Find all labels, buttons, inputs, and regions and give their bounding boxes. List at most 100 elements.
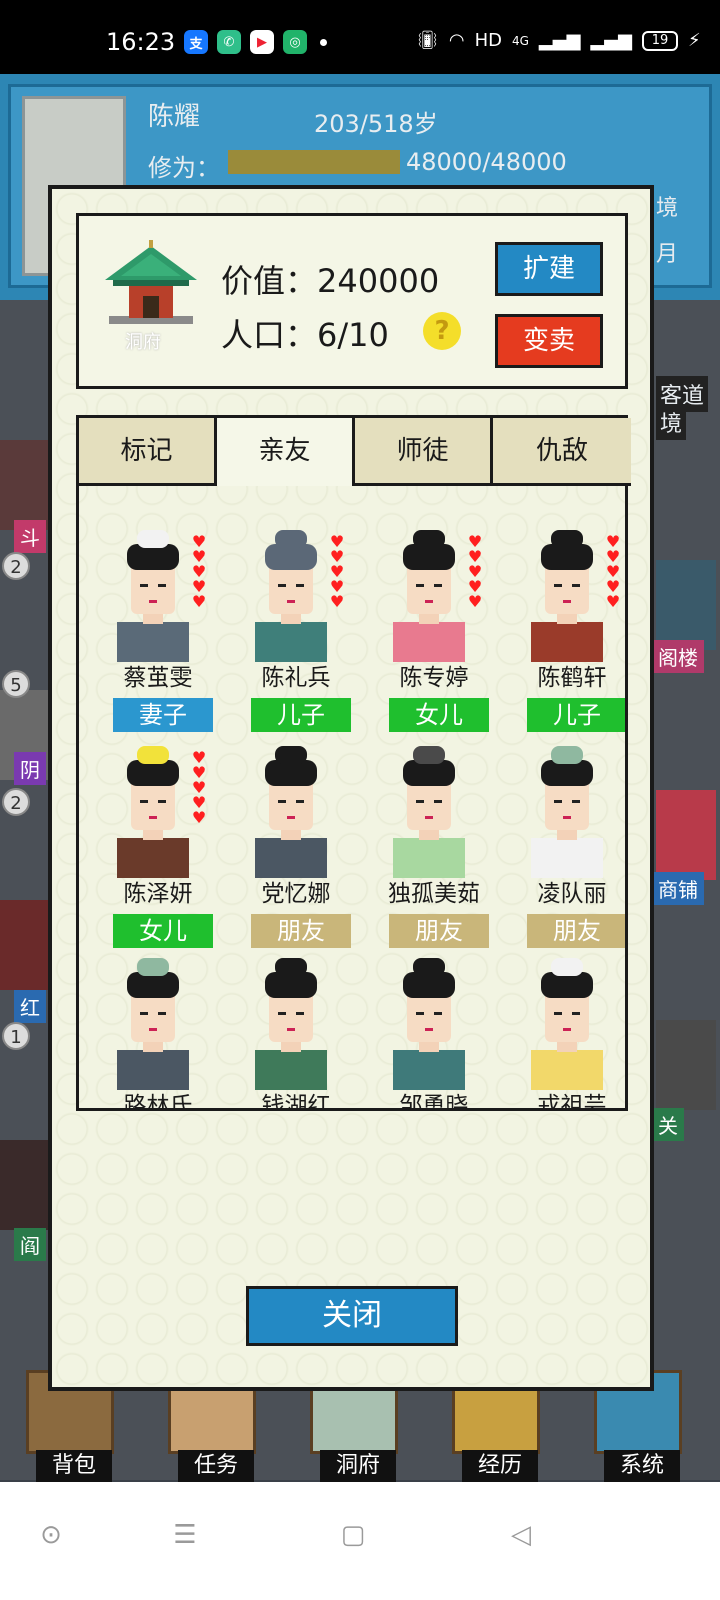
xiuwei-label: 修为： bbox=[148, 154, 220, 182]
map-tag[interactable]: 阁楼 bbox=[652, 640, 704, 673]
android-nav-bar: ⊙ ☰ ▢ ◁ bbox=[0, 1482, 720, 1600]
close-button[interactable]: 关闭 bbox=[246, 1286, 458, 1346]
value-line: 价值：240000 bbox=[221, 256, 439, 302]
relation-badge: 妻子 bbox=[113, 698, 213, 732]
assistant-icon[interactable]: ⊙ bbox=[36, 1520, 66, 1550]
help-icon[interactable]: ? bbox=[423, 312, 461, 350]
character-name: 独孤美茹 bbox=[388, 881, 480, 907]
nav-system[interactable]: 系统 bbox=[604, 1450, 680, 1482]
tab-master-disciple[interactable]: 师徒 bbox=[355, 418, 493, 486]
character-card[interactable]: ♥ ♥ ♥ ♥ ♥ 陈礼兵儿子 bbox=[241, 526, 361, 732]
relation-badge: 儿子 bbox=[251, 698, 351, 732]
portrait-icon bbox=[531, 530, 603, 662]
character-name: 陈泽妍 bbox=[123, 881, 193, 907]
battery-icon: 19 bbox=[641, 30, 678, 51]
character-name: 钱湖红 bbox=[261, 1093, 331, 1108]
relation-badge: 女儿 bbox=[389, 698, 489, 732]
sell-button[interactable]: 变卖 bbox=[495, 314, 603, 368]
character-card[interactable]: 钱湖红 bbox=[241, 954, 361, 1108]
cave-info-box: 洞府 价值：240000 人口：6/10 ? 扩建 变卖 bbox=[76, 213, 628, 389]
portrait-icon bbox=[255, 530, 327, 662]
pavilion-icon bbox=[105, 240, 197, 324]
population-line: 人口：6/10 bbox=[221, 310, 389, 356]
expand-button[interactable]: 扩建 bbox=[495, 242, 603, 296]
player-age: 203/518岁 bbox=[314, 110, 438, 138]
map-tag[interactable]: 关 bbox=[652, 1108, 684, 1141]
portrait-icon bbox=[117, 530, 189, 662]
relations-panel: 标记 亲友 师徒 仇敌 ♥ ♥ ♥ ♥ ♥ 蔡茧雯 妻子 ♥ ♥ ♥ ♥ ♥ 陈礼兵儿子… bbox=[76, 415, 631, 1111]
character-card[interactable]: 党忆娜 朋友 bbox=[241, 742, 361, 948]
portrait-icon bbox=[117, 746, 189, 878]
character-card[interactable]: ♥ ♥ ♥ ♥ ♥ 蔡茧雯 妻子 bbox=[103, 526, 223, 732]
nav-bag[interactable]: 背包 bbox=[36, 1450, 112, 1482]
character-card[interactable]: ♥ ♥ ♥ ♥ ♥ 陈鹤轩 儿子 bbox=[517, 526, 625, 732]
tab-marked[interactable]: 标记 bbox=[79, 418, 217, 486]
nav-task[interactable]: 任务 bbox=[178, 1450, 254, 1482]
tab-enemies[interactable]: 仇敌 bbox=[493, 418, 631, 486]
map-badge: 1 bbox=[2, 1022, 30, 1050]
map-tag[interactable]: 阎 bbox=[14, 1228, 46, 1261]
more-notifications-icon bbox=[320, 38, 327, 46]
character-name: 邹勇晓 bbox=[399, 1093, 469, 1108]
xiuwei-value: 48000/48000 bbox=[406, 148, 567, 176]
character-card[interactable]: 邹勇晓 bbox=[379, 954, 499, 1108]
affection-hearts-icon: ♥ ♥ ♥ ♥ ♥ bbox=[191, 748, 207, 827]
phone-icon: ✆ bbox=[217, 30, 241, 54]
cave-label: 洞府 bbox=[125, 332, 161, 353]
signal2-icon: ▂▄▆ bbox=[590, 30, 632, 51]
character-card[interactable]: 独孤美茹 朋友 bbox=[379, 742, 499, 948]
signal-icon: ▂▄▆ bbox=[538, 30, 581, 51]
map-label: 境 bbox=[656, 404, 687, 440]
portrait-icon bbox=[531, 958, 603, 1090]
affection-hearts-icon: ♥ ♥ ♥ ♥ ♥ bbox=[329, 532, 345, 611]
relation-badge: 朋友 bbox=[527, 914, 625, 948]
map-tag[interactable]: 斗 bbox=[14, 520, 46, 553]
portrait-icon bbox=[255, 746, 327, 878]
character-name: 路林氏 bbox=[123, 1093, 193, 1108]
character-name: 陈礼兵 bbox=[261, 665, 331, 691]
status-time: 16:23 bbox=[106, 28, 176, 56]
affection-hearts-icon: ♥ ♥ ♥ ♥ ♥ bbox=[605, 532, 621, 611]
player-name: 陈耀 bbox=[148, 102, 201, 132]
home-icon[interactable]: ▢ bbox=[338, 1520, 368, 1550]
character-name: 凌队丽 bbox=[537, 881, 607, 907]
character-name: 戎祖芸 bbox=[537, 1093, 607, 1108]
map-badge: 5 bbox=[2, 670, 30, 698]
map-tag[interactable]: 阴 bbox=[14, 752, 46, 785]
map-tag[interactable]: 红 bbox=[14, 990, 46, 1023]
app-icon: ◎ bbox=[283, 30, 307, 54]
portrait-icon bbox=[117, 958, 189, 1090]
character-card[interactable]: 戎祖芸 bbox=[517, 954, 625, 1108]
realm-label: 境 bbox=[656, 196, 679, 221]
character-card[interactable]: 路林氏 bbox=[103, 954, 223, 1108]
character-name: 党忆娜 bbox=[261, 881, 331, 907]
relation-badge: 朋友 bbox=[389, 914, 489, 948]
back-icon[interactable]: ◁ bbox=[506, 1520, 536, 1550]
nav-cave[interactable]: 洞府 bbox=[320, 1450, 396, 1482]
character-name: 陈专婷 bbox=[399, 665, 469, 691]
network-label: HD bbox=[474, 30, 502, 51]
map-badge: 2 bbox=[2, 788, 30, 816]
portrait-icon bbox=[393, 530, 465, 662]
charging-icon: ⚡︎ bbox=[687, 30, 701, 51]
portrait-icon bbox=[255, 958, 327, 1090]
value-label: 价值： bbox=[221, 262, 318, 300]
nav-history[interactable]: 经历 bbox=[462, 1450, 538, 1482]
tab-friends[interactable]: 亲友 bbox=[217, 418, 355, 486]
menu-icon[interactable]: ☰ bbox=[170, 1520, 200, 1550]
alipay-icon: 支 bbox=[184, 30, 208, 54]
character-grid: ♥ ♥ ♥ ♥ ♥ 蔡茧雯 妻子 ♥ ♥ ♥ ♥ ♥ 陈礼兵儿子 ♥ ♥ ♥ ♥ ♥ 陈专婷… bbox=[79, 486, 625, 1108]
character-card[interactable]: ♥ ♥ ♥ ♥ ♥ 陈泽妍女儿 bbox=[103, 742, 223, 948]
relation-badge: 女儿 bbox=[113, 914, 213, 948]
map-tag[interactable]: 商铺 bbox=[652, 872, 704, 905]
population-amount: 6/10 bbox=[317, 316, 389, 354]
map-tile bbox=[656, 790, 716, 880]
portrait-icon bbox=[531, 746, 603, 878]
character-card[interactable]: 凌队丽朋友 bbox=[517, 742, 625, 948]
character-card[interactable]: ♥ ♥ ♥ ♥ ♥ 陈专婷女儿 bbox=[379, 526, 499, 732]
relation-badge: 儿子 bbox=[527, 698, 625, 732]
value-amount: 240000 bbox=[317, 262, 440, 300]
portrait-icon bbox=[393, 958, 465, 1090]
affection-hearts-icon: ♥ ♥ ♥ ♥ ♥ bbox=[467, 532, 483, 611]
portrait-icon bbox=[393, 746, 465, 878]
